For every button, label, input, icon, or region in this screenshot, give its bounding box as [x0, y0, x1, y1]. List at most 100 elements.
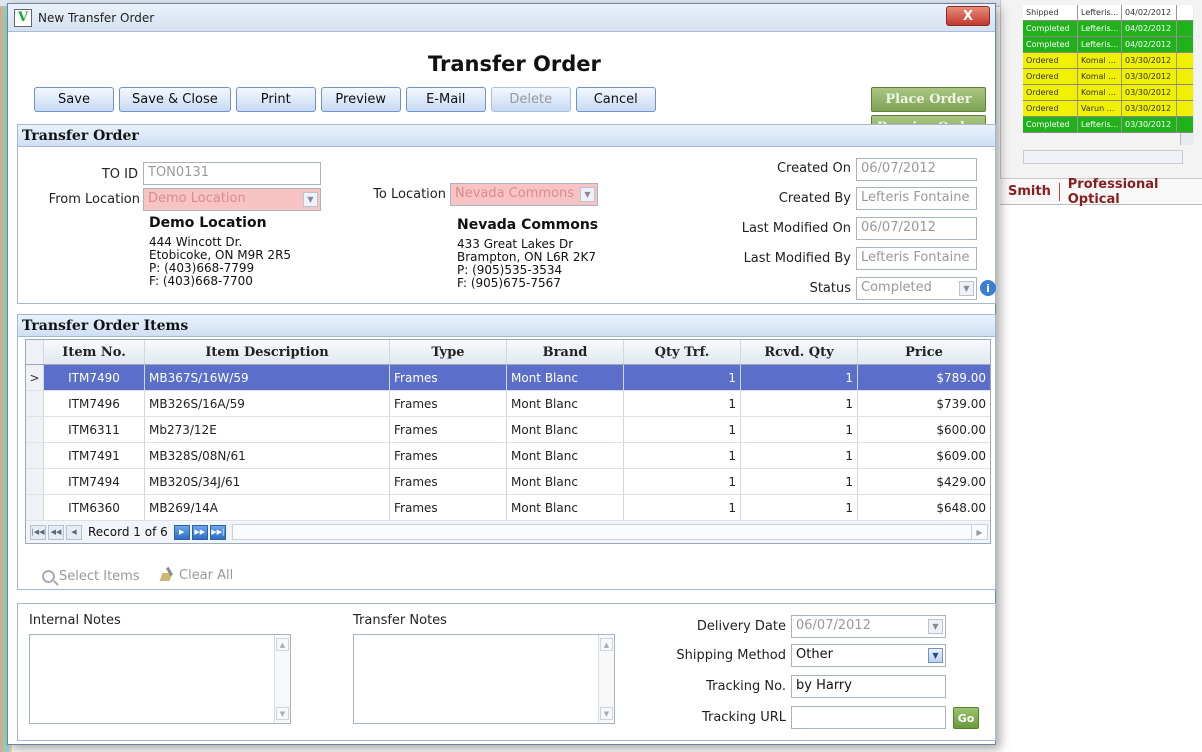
type-cell[interactable]: Frames [390, 417, 507, 442]
qty-trf-cell[interactable]: 1 [624, 443, 741, 468]
row-indicator[interactable] [26, 391, 44, 416]
brand-cell[interactable]: Mont Blanc [507, 417, 624, 442]
item-description-cell[interactable]: MB326S/16A/59 [145, 391, 390, 416]
chevron-down-icon[interactable]: ▼ [928, 648, 943, 663]
close-button[interactable]: X [946, 6, 990, 26]
grid-horizontal-scrollbar[interactable]: ▶ [231, 524, 988, 540]
previous-record-icon[interactable]: ◀ [66, 524, 82, 540]
email-button[interactable]: E-Mail [405, 87, 486, 112]
internal-notes-scrollbar[interactable]: ▲ ▼ [274, 635, 290, 723]
scroll-down-icon[interactable]: ▼ [276, 707, 289, 720]
info-icon[interactable]: i [980, 280, 996, 296]
brand-cell[interactable]: Mont Blanc [507, 469, 624, 494]
brand-cell[interactable]: Mont Blanc [507, 443, 624, 468]
previous-page-icon[interactable]: ◀◀ [48, 524, 64, 540]
rcvd-qty-cell[interactable]: 1 [741, 417, 858, 442]
scroll-up-icon[interactable]: ▲ [600, 638, 613, 651]
to-id-field[interactable]: TON0131 [143, 162, 321, 185]
tracking-no-field[interactable]: by Harry [791, 675, 946, 698]
table-row[interactable]: ITM7496 MB326S/16A/59 Frames Mont Blanc 1 1 $7… [26, 391, 990, 417]
scroll-down-icon[interactable]: ▼ [600, 707, 613, 720]
qty-trf-cell[interactable]: 1 [624, 417, 741, 442]
save-close-button[interactable]: Save & Close [119, 87, 231, 112]
save-button[interactable]: Save [34, 87, 114, 112]
to-location-select[interactable]: Nevada Commons ▼ [450, 183, 598, 206]
shipping-method-select[interactable]: Other ▼ [791, 644, 946, 667]
item-no-cell[interactable]: ITM7494 [44, 469, 145, 494]
row-indicator[interactable] [26, 469, 44, 494]
column-header-item-no[interactable]: Item No. [44, 340, 145, 364]
type-cell[interactable]: Frames [390, 495, 507, 520]
column-header-brand[interactable]: Brand [507, 340, 624, 364]
price-cell[interactable]: $789.00 [858, 365, 990, 390]
item-description-cell[interactable]: MB367S/16W/59 [145, 365, 390, 390]
price-cell[interactable]: $609.00 [858, 443, 990, 468]
item-description-cell[interactable]: Mb273/12E [145, 417, 390, 442]
type-cell[interactable]: Frames [390, 469, 507, 494]
first-record-icon[interactable]: |◀◀ [30, 524, 46, 540]
go-button[interactable]: Go [953, 707, 979, 729]
brand-cell[interactable]: Mont Blanc [507, 495, 624, 520]
chevron-down-icon[interactable]: ▼ [959, 281, 974, 296]
print-button[interactable]: Print [235, 87, 316, 112]
scroll-up-icon[interactable]: ▲ [276, 638, 289, 651]
next-record-icon[interactable]: ▶ [173, 524, 190, 540]
title-bar[interactable]: V New Transfer Order X [8, 4, 995, 32]
table-row[interactable]: ITM7494 MB320S/34J/61 Frames Mont Blanc 1 1 $4… [26, 469, 990, 495]
last-record-icon[interactable]: ▶▶| [209, 524, 226, 540]
item-description-cell[interactable]: MB320S/34J/61 [145, 469, 390, 494]
price-cell[interactable]: $429.00 [858, 469, 990, 494]
rcvd-qty-cell[interactable]: 1 [741, 365, 858, 390]
last-modified-by-field[interactable]: Lefteris Fontaine [856, 247, 977, 270]
qty-trf-cell[interactable]: 1 [624, 391, 741, 416]
internal-notes-field[interactable]: ▲ ▼ [29, 634, 291, 724]
column-header-qty-trf[interactable]: Qty Trf. [624, 340, 741, 364]
item-description-cell[interactable]: MB328S/08N/61 [145, 443, 390, 468]
row-indicator[interactable] [26, 417, 44, 442]
from-location-select[interactable]: Demo Location ▼ [143, 188, 321, 211]
row-indicator[interactable] [26, 495, 44, 520]
column-header-description[interactable]: Item Description [145, 340, 390, 364]
tracking-url-field[interactable] [791, 706, 946, 729]
qty-trf-cell[interactable]: 1 [624, 495, 741, 520]
rcvd-qty-cell[interactable]: 1 [741, 495, 858, 520]
type-cell[interactable]: Frames [390, 391, 507, 416]
price-cell[interactable]: $739.00 [858, 391, 990, 416]
delivery-date-field[interactable]: 06/07/2012 ▼ [791, 615, 946, 638]
rcvd-qty-cell[interactable]: 1 [741, 443, 858, 468]
rcvd-qty-cell[interactable]: 1 [741, 469, 858, 494]
scroll-right-icon[interactable]: ▶ [971, 525, 987, 539]
row-indicator[interactable]: > [26, 365, 44, 390]
price-cell[interactable]: $600.00 [858, 417, 990, 442]
brand-cell[interactable]: Mont Blanc [507, 391, 624, 416]
status-select[interactable]: Completed ▼ [856, 277, 977, 300]
item-description-cell[interactable]: MB269/14A [145, 495, 390, 520]
type-cell[interactable]: Frames [390, 443, 507, 468]
qty-trf-cell[interactable]: 1 [624, 365, 741, 390]
column-header-type[interactable]: Type [390, 340, 507, 364]
table-row[interactable]: ITM7491 MB328S/08N/61 Frames Mont Blanc 1 1 $6… [26, 443, 990, 469]
price-cell[interactable]: $648.00 [858, 495, 990, 520]
clear-all-button[interactable]: Clear All [161, 567, 233, 583]
item-no-cell[interactable]: ITM6360 [44, 495, 145, 520]
item-no-cell[interactable]: ITM6311 [44, 417, 145, 442]
created-by-field[interactable]: Lefteris Fontaine [856, 187, 977, 210]
table-row[interactable]: ITM6360 MB269/14A Frames Mont Blanc 1 1 $648.0… [26, 495, 990, 521]
row-indicator[interactable] [26, 443, 44, 468]
brand-cell[interactable]: Mont Blanc [507, 365, 624, 390]
table-row[interactable]: > ITM7490 MB367S/16W/59 Frames Mont Blanc 1 1 $… [26, 365, 990, 391]
next-page-icon[interactable]: ▶▶ [191, 524, 208, 540]
place-order-button[interactable]: Place Order [871, 87, 986, 112]
preview-button[interactable]: Preview [320, 87, 401, 112]
item-no-cell[interactable]: ITM7490 [44, 365, 145, 390]
calendar-dropdown-icon[interactable]: ▼ [928, 619, 943, 634]
table-row[interactable]: ITM6311 Mb273/12E Frames Mont Blanc 1 1 $600.0… [26, 417, 990, 443]
column-header-price[interactable]: Price [858, 340, 990, 364]
cancel-button[interactable]: Cancel [575, 87, 656, 112]
qty-trf-cell[interactable]: 1 [624, 469, 741, 494]
delete-button[interactable]: Delete [490, 87, 571, 112]
chevron-down-icon[interactable]: ▼ [303, 192, 318, 207]
chevron-down-icon[interactable]: ▼ [580, 187, 595, 202]
transfer-notes-field[interactable]: ▲ ▼ [353, 634, 615, 724]
rcvd-qty-cell[interactable]: 1 [741, 391, 858, 416]
